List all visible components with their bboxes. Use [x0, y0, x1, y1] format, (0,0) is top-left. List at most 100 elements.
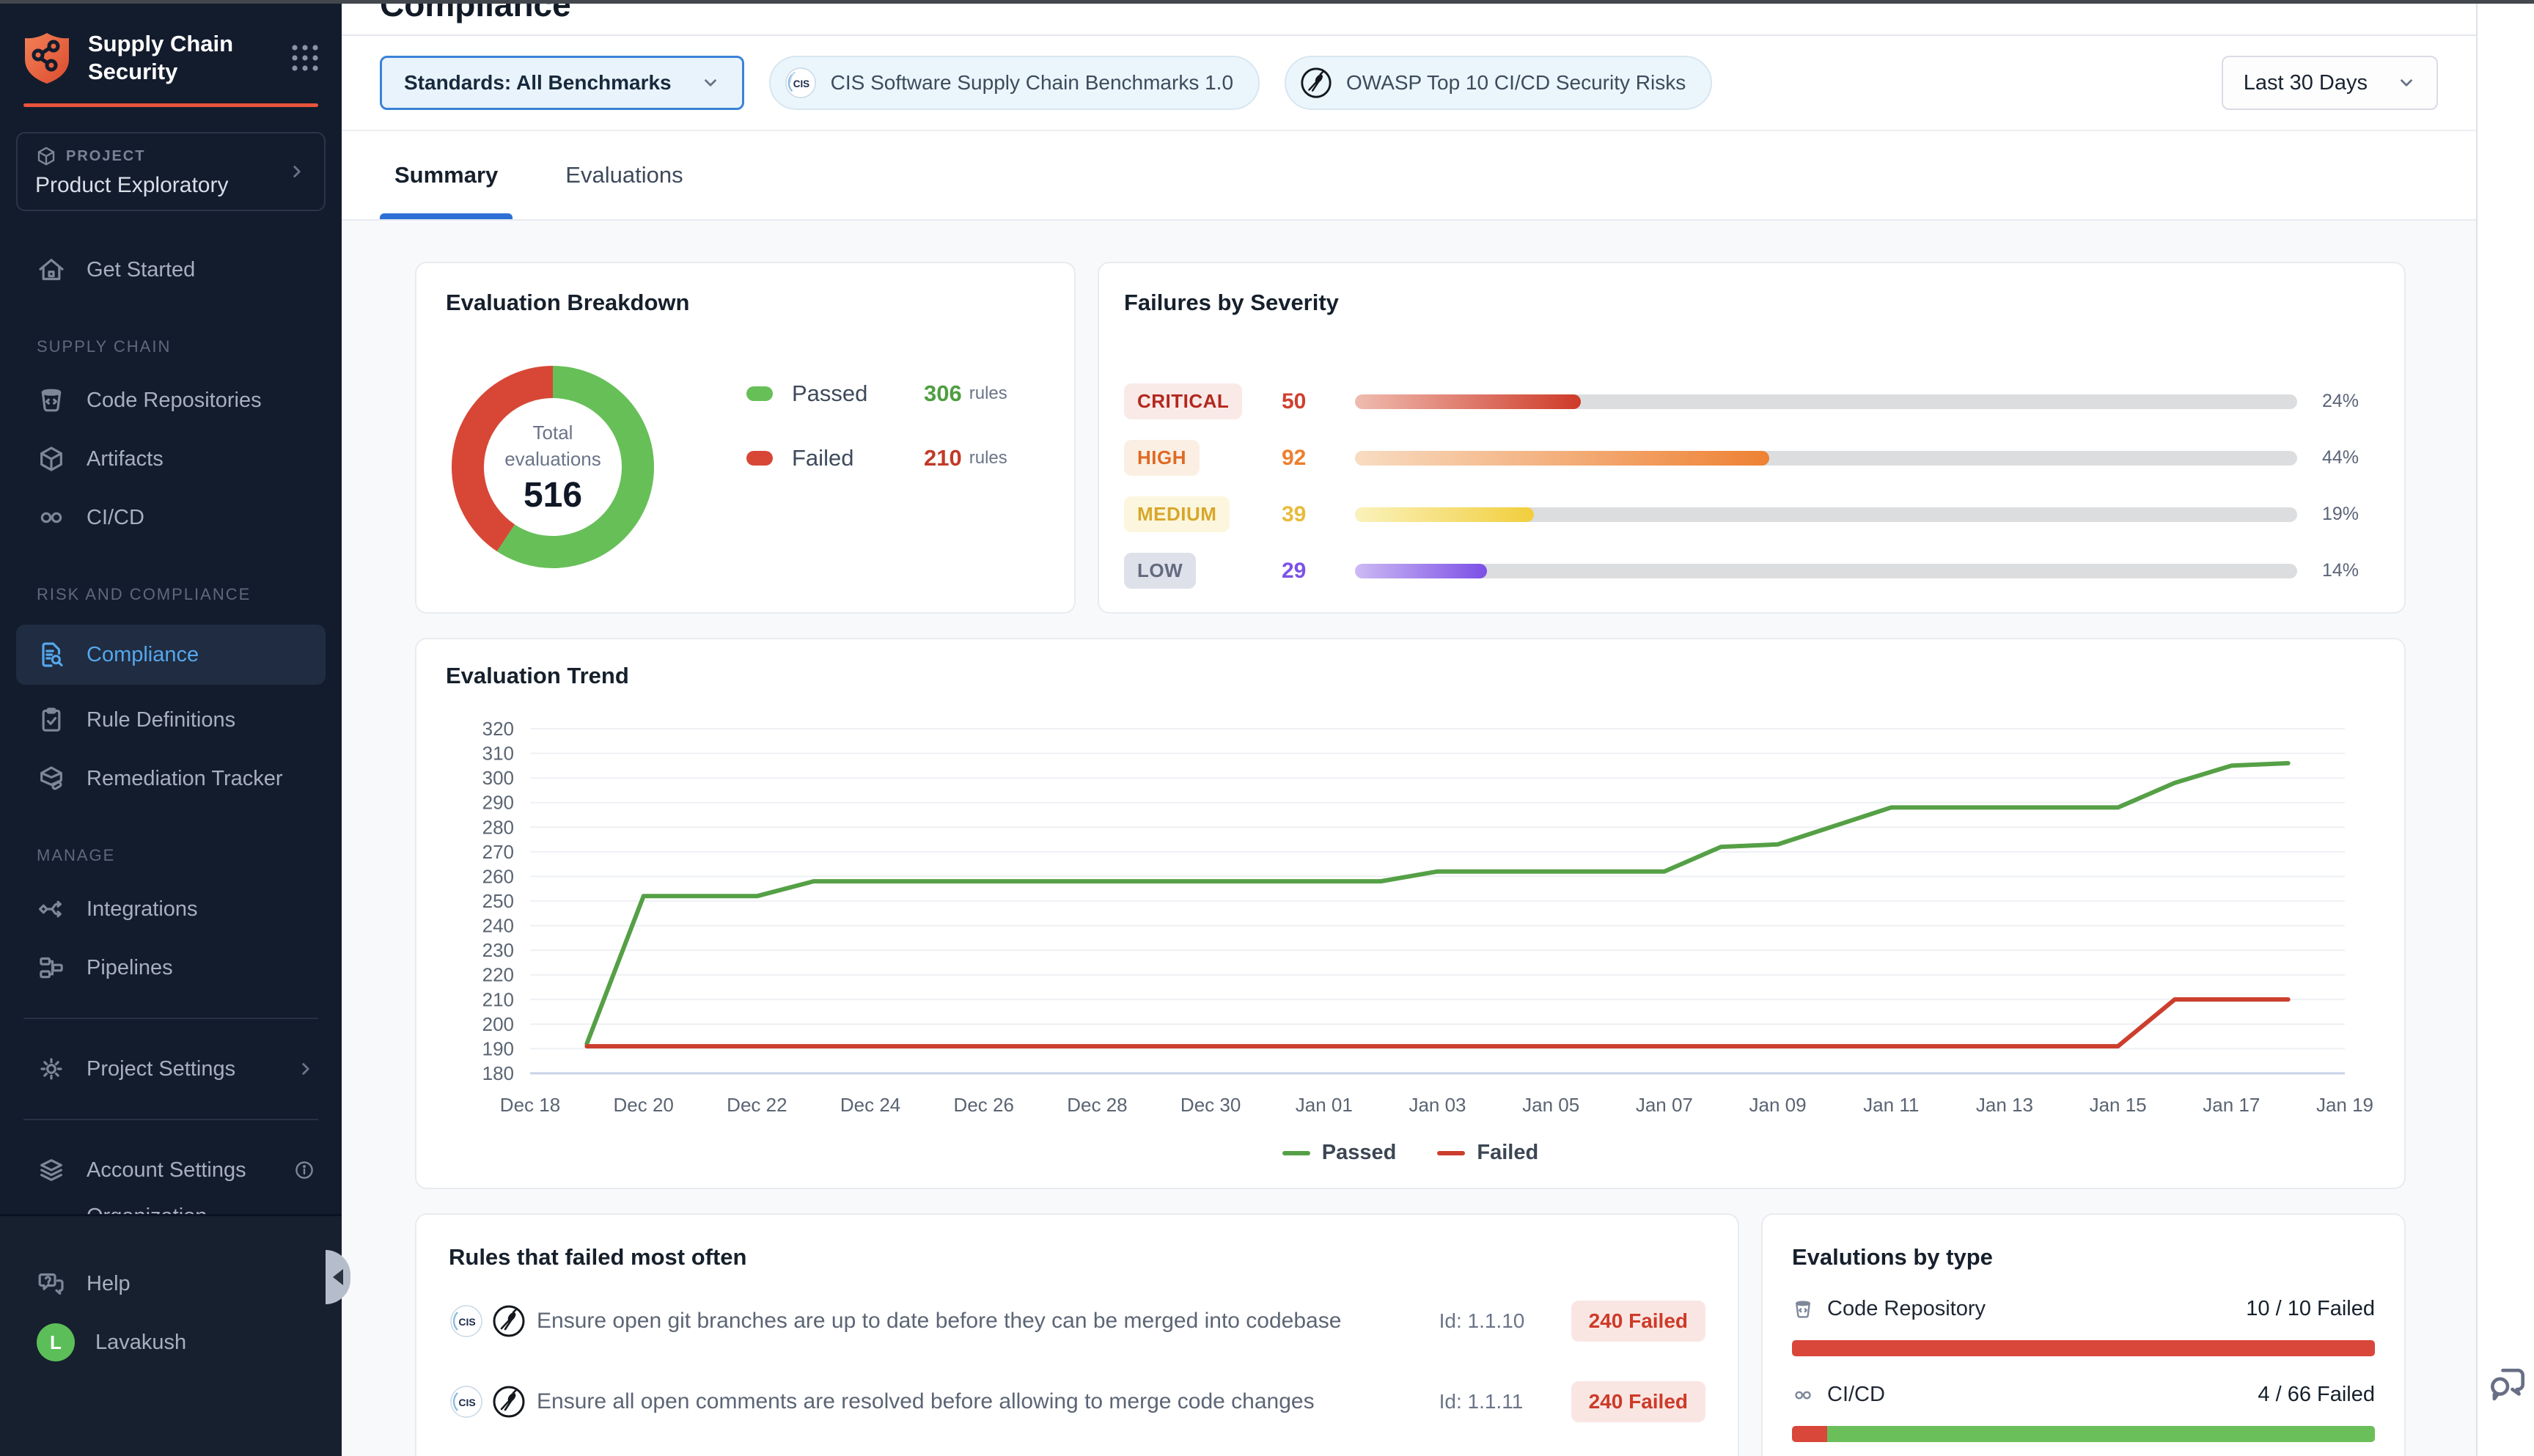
svg-text:Dec 26: Dec 26 [954, 1094, 1014, 1116]
svg-text:Jan 07: Jan 07 [1636, 1094, 1693, 1116]
cis-benchmark-chip[interactable]: CIS CIS Software Supply Chain Benchmarks… [769, 56, 1260, 110]
rule-row[interactable]: CIS Ensure open git branches are up to d… [449, 1290, 1705, 1353]
user-name: Lavakush [95, 1331, 186, 1355]
svg-text:Jan 11: Jan 11 [1863, 1094, 1919, 1116]
avatar: L [37, 1323, 75, 1361]
sidebar-item-code-repositories[interactable]: Code Repositories [0, 377, 342, 424]
svg-text:180: 180 [482, 1062, 514, 1084]
svg-text:Dec 30: Dec 30 [1180, 1094, 1241, 1116]
sidebar-divider [23, 1018, 318, 1019]
page-header: Compliance [342, 4, 2476, 36]
help-chat-icon [37, 1269, 66, 1298]
standards-dropdown[interactable]: Standards: All Benchmarks [380, 56, 744, 110]
severity-bar-track [1355, 451, 2297, 466]
sidebar-item-remediation-tracker[interactable]: Remediation Tracker [0, 755, 342, 802]
failed-badge: 240 Failed [1571, 1301, 1705, 1342]
sidebar-user[interactable]: L Lavakush [0, 1319, 342, 1366]
failed-dot-icon [746, 451, 773, 466]
trend-legend-passed: Passed [1282, 1141, 1397, 1165]
layers-icon [37, 1155, 66, 1185]
type-progress-bar [1792, 1426, 2375, 1442]
package-icon [35, 145, 57, 167]
rule-row[interactable]: CIS Ensure all open comments are resolve… [449, 1370, 1705, 1433]
failed-badge: 240 Failed [1571, 1381, 1705, 1422]
sidebar-item-get-started[interactable]: Get Started [0, 246, 342, 293]
svg-text:200: 200 [482, 1013, 514, 1035]
rule-row[interactable]: CIS Ensure verifying signed commits of n… [449, 1451, 1705, 1456]
svg-text:Jan 19: Jan 19 [2316, 1094, 2373, 1116]
chevron-down-icon [2397, 73, 2416, 92]
chat-support-icon[interactable] [2485, 1360, 2530, 1405]
legend-passed: Passed 306 rules [746, 380, 1007, 407]
sidebar-item-cicd[interactable]: CI/CD [0, 494, 342, 541]
sidebar-item-help[interactable]: Help [0, 1260, 342, 1307]
svg-text:Dec 24: Dec 24 [840, 1094, 900, 1116]
breakdown-title: Evaluation Breakdown [446, 290, 1045, 316]
severity-bar-track [1355, 507, 2297, 522]
svg-text:280: 280 [482, 816, 514, 838]
tab-evaluations[interactable]: Evaluations [551, 131, 697, 219]
trend-line-chart: 1801902002102202302402502602702802903003… [446, 699, 2374, 1139]
compliance-doc-icon [37, 640, 66, 669]
gear-icon [37, 1054, 66, 1084]
passed-segment [1827, 1426, 2375, 1442]
breakdown-donut-chart: Totalevaluations 516 [443, 357, 663, 577]
type-status: 4 / 66 Failed [2258, 1383, 2375, 1407]
sidebar-item-project-settings[interactable]: Project Settings [0, 1045, 342, 1092]
shield-logo-icon [23, 32, 70, 84]
home-icon [37, 255, 66, 284]
severity-bar-fill [1355, 564, 1487, 578]
section-risk-compliance: RISK AND COMPLIANCE [0, 585, 342, 604]
chevron-right-icon [287, 162, 306, 181]
type-progress-bar [1792, 1340, 2375, 1356]
rules-failed-card: Rules that failed most often CIS [415, 1213, 1739, 1456]
passed-line-swatch-icon [1282, 1151, 1310, 1155]
svg-text:240: 240 [482, 915, 514, 937]
svg-text:Jan 05: Jan 05 [1522, 1094, 1579, 1116]
failed-segment [1792, 1426, 1827, 1442]
app-grid-icon[interactable] [289, 42, 321, 74]
project-selector[interactable]: PROJECT Product Exploratory [16, 132, 326, 211]
sidebar: Supply Chain Security PROJECT Product Ex… [0, 4, 342, 1456]
svg-text:210: 210 [482, 988, 514, 1010]
sidebar-item-pipelines[interactable]: Pipelines [0, 944, 342, 991]
sidebar-item-integrations[interactable]: Integrations [0, 886, 342, 933]
main-area: Compliance Standards: All Benchmarks CIS… [342, 4, 2476, 1456]
svg-text:230: 230 [482, 939, 514, 961]
sidebar-item-rule-definitions[interactable]: Rule Definitions [0, 696, 342, 743]
cis-logo-icon: CIS [449, 1384, 484, 1419]
svg-text:Jan 03: Jan 03 [1409, 1094, 1466, 1116]
date-range-dropdown[interactable]: Last 30 Days [2222, 56, 2438, 110]
owasp-logo-icon [491, 1384, 526, 1419]
integrations-icon [37, 894, 66, 924]
svg-text:300: 300 [482, 767, 514, 789]
severity-row-high: HIGH 92 44% [1124, 430, 2379, 486]
project-label: PROJECT [66, 148, 145, 165]
page-title: Compliance [380, 4, 571, 24]
sidebar-item-compliance[interactable]: Compliance [16, 625, 326, 685]
chevron-down-icon [701, 73, 720, 92]
cis-logo-icon: CIS [784, 66, 818, 100]
tab-summary[interactable]: Summary [380, 131, 513, 219]
right-gutter [2476, 4, 2534, 1456]
svg-text:320: 320 [482, 718, 514, 740]
brand-divider [23, 103, 318, 107]
app-root: Supply Chain Security PROJECT Product Ex… [0, 4, 2534, 1456]
sidebar-item-account-settings[interactable]: Account Settings [0, 1147, 342, 1194]
artifacts-cube-icon [37, 444, 66, 474]
severity-bar-fill [1355, 507, 1534, 522]
owasp-chip[interactable]: OWASP Top 10 CI/CD Security Risks [1285, 56, 1712, 110]
rule-id: Id: 1.1.10 [1439, 1309, 1571, 1333]
severity-bar-fill [1355, 394, 1581, 409]
svg-text:Dec 20: Dec 20 [613, 1094, 673, 1116]
type-status: 10 / 10 Failed [2246, 1297, 2375, 1321]
svg-text:290: 290 [482, 792, 514, 814]
svg-text:190: 190 [482, 1037, 514, 1059]
svg-text:CIS: CIS [458, 1397, 475, 1408]
severity-row-low: LOW 29 14% [1124, 543, 2379, 599]
severity-title: Failures by Severity [1124, 290, 2379, 316]
svg-text:260: 260 [482, 865, 514, 887]
legend-failed: Failed 210 rules [746, 445, 1007, 471]
svg-text:Dec 18: Dec 18 [500, 1094, 560, 1116]
sidebar-item-artifacts[interactable]: Artifacts [0, 435, 342, 482]
